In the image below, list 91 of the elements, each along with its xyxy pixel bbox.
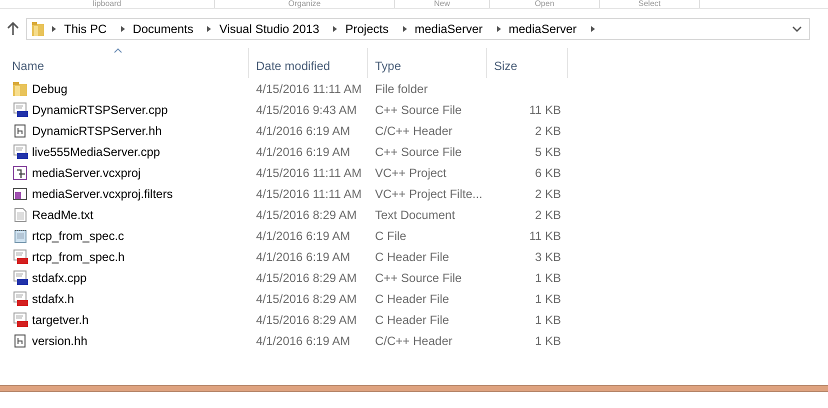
file-size: 2 KB [534,186,562,202]
folder-icon [31,21,45,37]
document-icon [12,122,28,138]
file-type: VC++ Project Filte... [374,186,484,202]
dropdown-chevron-icon[interactable] [792,25,802,33]
file-type: Text Document [374,206,456,224]
chevron-right-icon[interactable] [120,25,126,33]
cpp-file-icon [12,102,28,118]
date-modified: 4/1/2016 6:19 AM [255,122,352,140]
header-file-icon [12,312,28,328]
file-size: 2 KB [534,122,562,140]
file-size: 6 KB [534,164,562,182]
document-icon [12,332,28,348]
date-modified: 4/15/2016 8:29 AM [255,290,358,308]
chevron-right-icon[interactable] [206,25,212,33]
date-modified: 4/15/2016 11:11 AM [255,80,363,98]
chevron-right-icon[interactable] [590,25,596,33]
file-size: 5 KB [534,144,562,160]
file-name[interactable]: ReadMe.txt [32,206,94,224]
breadcrumb-link[interactable]: Documents [126,20,200,38]
date-modified: 4/15/2016 8:29 AM [255,206,358,224]
date-modified: 4/1/2016 6:19 AM [255,248,352,266]
up-arrow-icon[interactable] [7,22,19,36]
file-name[interactable]: mediaServer.vcxproj [32,164,141,182]
file-type: C Header File [374,248,450,266]
file-size: 3 KB [534,248,562,266]
date-modified: 4/1/2016 6:19 AM [255,144,352,160]
breadcrumb-link[interactable]: mediaServer [502,20,584,38]
file-name[interactable]: DynamicRTSPServer.hh [32,122,162,140]
file-name[interactable]: mediaServer.vcxproj.filters [32,184,173,202]
file-type: C/C++ Header [374,122,454,140]
address-bar[interactable]: This PC Documents Visual Studio 2013 Projects mediaServer mediaServer [26,18,810,40]
date-modified: 4/15/2016 11:11 AM [255,186,363,202]
cpp-file-icon [12,270,28,286]
folder-icon [12,80,28,96]
file-type: C++ Source File [374,270,463,286]
file-size: 11 KB [528,228,562,244]
file-name[interactable]: DynamicRTSPServer.cpp [32,100,168,118]
file-type: File folder [374,80,429,98]
file-size: 1 KB [534,332,562,350]
cpp-file-icon [12,144,28,160]
text-file-icon [12,206,28,222]
chevron-right-icon[interactable] [402,25,408,33]
column-header[interactable]: Size [487,48,568,78]
chevron-right-icon[interactable] [51,25,57,33]
file-name[interactable]: Debug [32,80,68,98]
ribbon-group-label: Organize [215,0,395,8]
header-file-icon [12,290,28,306]
date-modified: 4/1/2016 6:19 AM [255,228,352,244]
date-modified: 4/15/2016 8:29 AM [255,312,358,328]
file-size: 1 KB [534,270,562,286]
file-name[interactable]: stdafx.cpp [32,268,87,286]
date-modified: 4/15/2016 8:29 AM [255,270,358,286]
column-header[interactable]: Date modified [249,48,368,78]
file-size: 1 KB [534,312,562,328]
ribbon-group-label: New [395,0,490,8]
breadcrumb-link[interactable]: Visual Studio 2013 [212,20,326,38]
file-name[interactable]: stdafx.h [32,290,74,308]
file-name[interactable]: rtcp_from_spec.h [32,248,125,266]
file-name[interactable]: targetver.h [32,310,89,328]
file-type: C++ Source File [374,144,463,160]
file-type: C++ Source File [374,102,463,118]
file-name[interactable]: version.hh [32,332,88,350]
file-size: 2 KB [534,206,562,224]
sort-up-icon [114,48,122,53]
breadcrumb-link[interactable]: mediaServer [408,20,490,38]
ribbon-group-label: lipboard [0,0,215,8]
breadcrumb-link[interactable]: This PC [57,20,114,38]
file-name[interactable]: live555MediaServer.cpp [32,142,160,160]
column-header[interactable]: Type [368,48,487,78]
file-name[interactable]: rtcp_from_spec.c [32,226,124,244]
file-size: 11 KB [528,102,562,118]
project-file-icon [12,164,28,180]
column-header[interactable]: Name [0,48,249,78]
date-modified: 4/15/2016 9:43 AM [255,102,358,118]
file-type: C Header File [374,312,450,328]
breadcrumb-link[interactable]: Projects [338,20,396,38]
header-file-icon [12,248,28,264]
file-type: C/C++ Header [374,332,454,350]
file-type: C Header File [374,290,450,308]
ribbon-group-label: Open [490,0,600,8]
ribbon-group-label: Select [600,0,700,8]
file-size: 1 KB [534,290,562,308]
file-type: C File [374,228,408,244]
chevron-right-icon[interactable] [496,25,502,33]
c-file-icon [12,228,28,244]
chevron-right-icon[interactable] [332,25,338,33]
date-modified: 4/1/2016 6:19 AM [255,332,352,350]
filters-file-icon [12,186,28,202]
date-modified: 4/15/2016 11:11 AM [255,164,363,182]
file-type: VC++ Project [374,164,448,182]
